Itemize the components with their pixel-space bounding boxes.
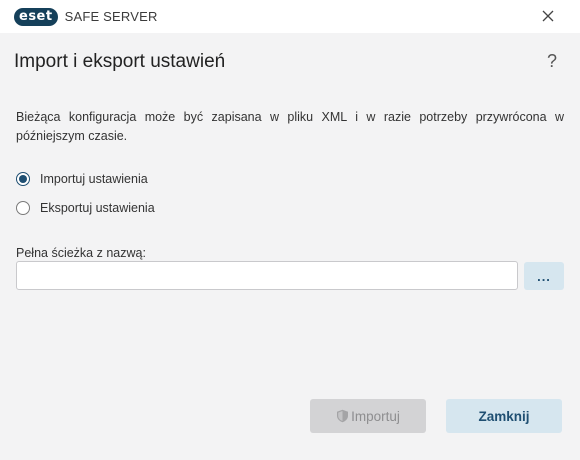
shield-icon — [336, 409, 349, 423]
export-option[interactable]: Eksportuj ustawienia — [16, 198, 155, 218]
eset-logo: eset SAFE SERVER — [14, 7, 158, 26]
close-button-label[interactable]: Zamknij — [478, 409, 529, 424]
path-label: Pełna ścieżka z nazwą: — [16, 246, 146, 260]
import-button-label[interactable]: Importuj — [351, 409, 400, 424]
close-button[interactable]: Zamknij — [446, 399, 562, 433]
title-bar: eset SAFE SERVER — [0, 0, 580, 33]
path-input[interactable] — [16, 261, 518, 290]
brand-badge: eset — [14, 7, 58, 26]
import-button[interactable]: Importuj — [310, 399, 426, 433]
export-option-label[interactable]: Eksportuj ustawienia — [40, 201, 155, 215]
page-title: Import i eksport ustawień — [14, 51, 226, 72]
browse-button[interactable]: ... — [524, 262, 564, 290]
import-radio[interactable] — [16, 172, 30, 186]
help-icon[interactable]: ? — [543, 51, 561, 73]
import-option-label[interactable]: Importuj ustawienia — [40, 172, 148, 186]
close-window-button[interactable] — [538, 6, 558, 26]
export-radio[interactable] — [16, 201, 30, 215]
close-icon[interactable] — [542, 10, 554, 22]
description-text: Bieżąca konfiguracja może być zapisana w… — [16, 110, 564, 143]
import-option[interactable]: Importuj ustawienia — [16, 169, 148, 189]
radio-selected-dot — [19, 175, 27, 183]
product-name: SAFE SERVER — [64, 9, 158, 24]
